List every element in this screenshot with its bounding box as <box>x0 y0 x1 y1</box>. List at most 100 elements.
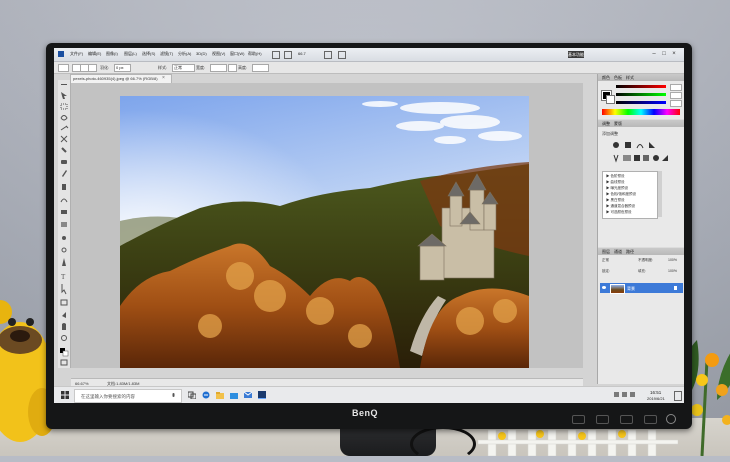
gradient-tool-icon[interactable] <box>61 222 67 227</box>
layer-row-background[interactable]: 背景 <box>600 283 683 294</box>
power-button-icon[interactable] <box>666 414 676 424</box>
color-background-swatch[interactable] <box>606 95 615 104</box>
hand-tool-icon[interactable] <box>324 51 332 59</box>
magic-wand-icon[interactable] <box>60 125 69 131</box>
menu-filter[interactable]: 滤镜(T) <box>160 51 173 57</box>
crop-tool-icon[interactable] <box>60 135 68 143</box>
marquee-tool-preset-icon[interactable] <box>58 64 69 72</box>
menu-select[interactable]: 选择(S) <box>142 51 155 57</box>
photoshop-icon[interactable] <box>258 391 266 399</box>
brush-tool-icon[interactable] <box>62 170 67 177</box>
presets-scrollbar[interactable] <box>658 171 662 217</box>
pen-tool-icon[interactable] <box>62 258 66 266</box>
edge-icon[interactable] <box>202 391 210 399</box>
subtract-selection-icon[interactable] <box>88 64 97 72</box>
healing-brush-icon[interactable] <box>61 160 67 164</box>
vibrance-icon[interactable] <box>613 154 619 163</box>
eraser-icon[interactable] <box>61 210 67 214</box>
move-tool-icon[interactable] <box>61 92 67 99</box>
menu-layer[interactable]: 图层(L) <box>124 51 137 57</box>
menu-image[interactable]: 图像(I) <box>106 51 118 57</box>
black-white-icon[interactable] <box>643 155 649 161</box>
menu-file[interactable]: 文件(F) <box>70 51 83 57</box>
layer-name[interactable]: 背景 <box>627 286 635 292</box>
path-selection-icon[interactable] <box>61 284 67 295</box>
microphone-icon[interactable] <box>171 393 176 399</box>
channel-mixer-icon[interactable] <box>662 155 668 161</box>
history-brush-icon[interactable] <box>60 198 68 203</box>
menu-help[interactable]: 帮助(H) <box>248 51 262 57</box>
eyedropper-icon[interactable] <box>61 147 67 153</box>
shape-tool-icon[interactable] <box>60 299 68 306</box>
network-icon[interactable] <box>614 392 619 397</box>
taskbar-search-box[interactable]: 在这里输入你要搜索的内容 <box>74 389 182 403</box>
clock-date[interactable]: 2019/6/21 <box>647 396 665 401</box>
menu-view[interactable]: 视图(V) <box>212 51 225 57</box>
color-spectrum-bar[interactable] <box>602 109 680 115</box>
preset-black-white[interactable]: ▶ 黑白预设 <box>606 198 624 203</box>
menu-3d[interactable]: 3D(D) <box>196 51 207 56</box>
red-slider[interactable] <box>616 85 666 88</box>
blue-slider[interactable] <box>616 101 666 104</box>
zoom-tool-icon[interactable] <box>61 335 67 341</box>
menu-window[interactable]: 窗口(W) <box>230 51 244 57</box>
visibility-eye-icon[interactable] <box>602 286 606 289</box>
hand-tool-icon[interactable] <box>62 323 66 330</box>
style-select[interactable]: 正常 <box>172 64 195 72</box>
preset-hue-saturation[interactable]: ▶ 色相/饱和度预设 <box>606 192 636 197</box>
workspace-essentials-button[interactable]: 基本功能 <box>568 51 584 58</box>
clone-stamp-icon[interactable] <box>62 184 66 190</box>
brightness-contrast-icon[interactable] <box>613 142 619 148</box>
ime-icon[interactable] <box>630 392 635 397</box>
type-tool-icon[interactable]: T <box>61 273 66 281</box>
blend-mode-select[interactable]: 正常 <box>602 258 609 263</box>
height-input[interactable] <box>252 64 269 72</box>
mail-icon[interactable] <box>244 391 252 399</box>
opacity-value[interactable]: 100% <box>668 258 677 262</box>
preset-channel-mixer[interactable]: ▶ 通道混合器预设 <box>606 204 635 209</box>
photo-filter-icon[interactable] <box>653 155 659 161</box>
lasso-tool-icon[interactable] <box>60 115 68 121</box>
zoom-dropdown[interactable]: 66.7 <box>298 51 306 56</box>
swap-dimensions-icon[interactable] <box>228 64 237 72</box>
close-icon[interactable]: × <box>670 51 678 58</box>
feather-input[interactable]: 0 px <box>114 64 131 72</box>
3d-rotate-icon[interactable] <box>62 312 66 318</box>
minibridge-icon[interactable] <box>284 51 292 59</box>
blue-value-field[interactable] <box>670 100 682 107</box>
bridge-icon[interactable] <box>272 51 280 59</box>
blur-tool-icon[interactable] <box>62 236 66 240</box>
menu-edit[interactable]: 编辑(E) <box>88 51 101 57</box>
monitor-button[interactable] <box>596 415 609 424</box>
exposure-icon[interactable] <box>649 142 655 148</box>
green-slider[interactable] <box>616 93 666 96</box>
monitor-button[interactable] <box>572 415 585 424</box>
castle-landscape-photo[interactable] <box>120 96 529 368</box>
windows-start-icon[interactable] <box>61 391 69 399</box>
preset-curves[interactable]: ▶ 曲线预设 <box>606 180 624 185</box>
store-icon[interactable] <box>230 391 238 399</box>
fill-value[interactable]: 100% <box>668 269 677 273</box>
document-close-icon[interactable]: × <box>162 75 165 81</box>
action-center-icon[interactable] <box>674 391 682 401</box>
red-value-field[interactable] <box>670 84 682 91</box>
preset-exposure[interactable]: ▶ 曝光度预设 <box>606 186 628 191</box>
levels-icon[interactable] <box>625 142 631 148</box>
quick-mask-icon[interactable] <box>60 359 68 366</box>
preset-levels[interactable]: ▶ 色阶预设 <box>606 174 624 179</box>
task-view-icon[interactable] <box>188 391 196 399</box>
marquee-tool-icon[interactable] <box>60 103 68 110</box>
monitor-button[interactable] <box>644 415 657 424</box>
clock-time[interactable]: 16:51 <box>650 390 661 395</box>
file-explorer-icon[interactable] <box>216 391 224 399</box>
maximize-icon[interactable]: □ <box>660 51 668 58</box>
arrange-documents-icon[interactable] <box>338 51 346 59</box>
minimize-icon[interactable]: – <box>650 51 658 58</box>
monitor-button[interactable] <box>620 415 633 424</box>
width-input[interactable] <box>210 64 227 72</box>
curves-icon[interactable] <box>636 144 644 149</box>
hue-saturation-icon[interactable] <box>623 155 631 161</box>
green-value-field[interactable] <box>670 92 682 99</box>
background-color-swatch[interactable] <box>62 350 69 357</box>
preset-selective-color[interactable]: ▶ 可选颜色预设 <box>606 210 631 215</box>
